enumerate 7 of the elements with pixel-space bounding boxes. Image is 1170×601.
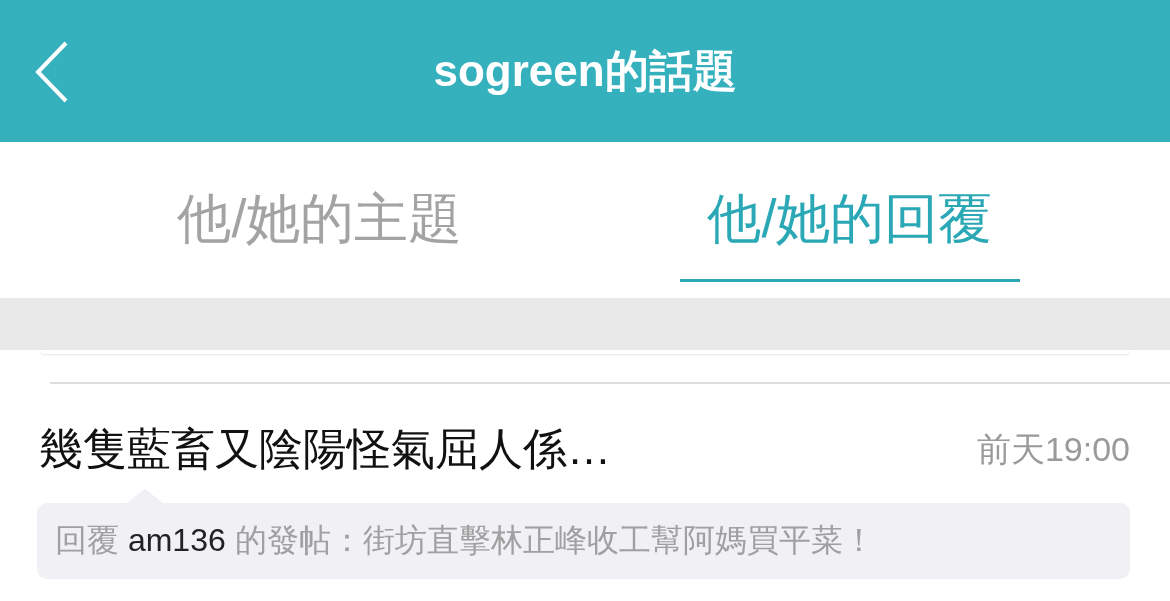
back-button[interactable] <box>34 40 70 104</box>
tab[interactable]: 他/她的主題 <box>150 142 490 282</box>
quote-text: 回覆 am136 的發帖：街坊直擊林正峰收工幫阿媽買平菜！ <box>55 521 876 560</box>
post-title[interactable]: 幾隻藍畜又陰陽怪氣屈人係… <box>39 420 611 479</box>
header-title: sogreen的話題 <box>433 44 737 97</box>
tab[interactable]: 他/她的回覆 <box>680 142 1020 282</box>
post-time: 前天19:00 <box>976 428 1130 470</box>
